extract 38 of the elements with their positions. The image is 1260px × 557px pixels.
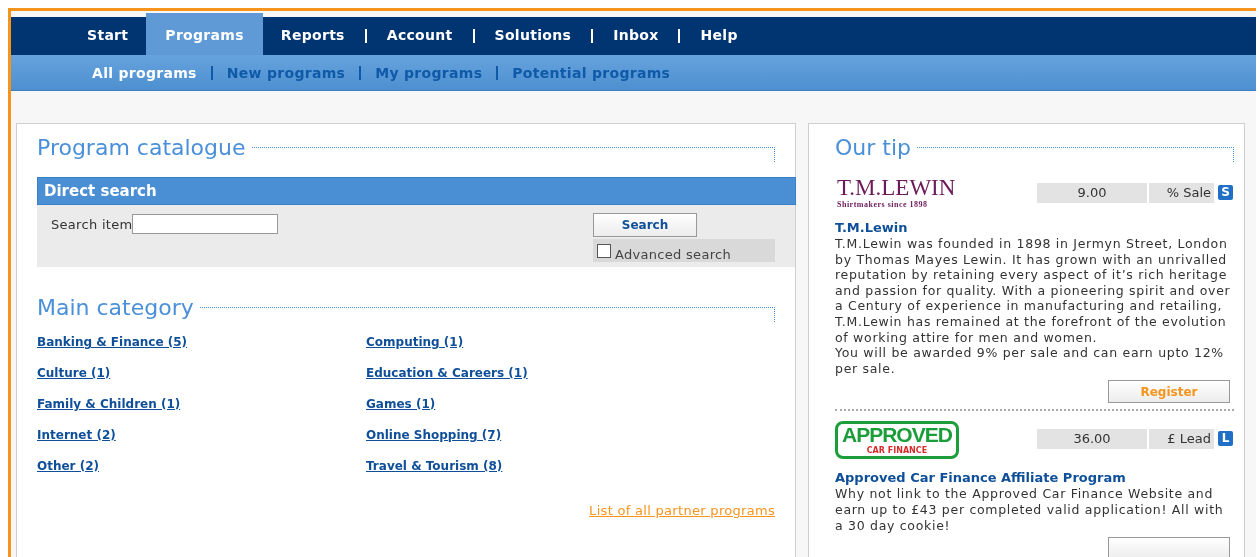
commission-type: % Sale: [1149, 182, 1214, 203]
nav-tab[interactable]: Account: [368, 17, 471, 55]
search-button[interactable]: Search: [593, 213, 697, 237]
section-title: Main category: [37, 294, 195, 322]
nav-tab[interactable]: Solutions: [476, 17, 590, 55]
category-link[interactable]: Education & Careers (1): [366, 365, 528, 382]
program-name-link[interactable]: Approved Car Finance Affiliate Program: [835, 471, 1126, 486]
search-field[interactable]: [132, 214, 279, 234]
brand-logo: T.M.LEWIN Shirtmakers since 1898: [836, 176, 956, 209]
category-link[interactable]: Travel & Tourism (8): [366, 458, 503, 475]
nav-tab[interactable]: Start: [69, 17, 147, 55]
nav-tab[interactable]: Help: [682, 17, 756, 55]
commission-amount: 9.00: [1037, 182, 1147, 203]
type-badge: L: [1218, 431, 1233, 447]
type-badge: S: [1218, 184, 1233, 200]
program-name-link[interactable]: T.M.Lewin: [835, 221, 908, 235]
category-link[interactable]: Family & Children (1): [37, 396, 181, 413]
section-title: Our tip: [835, 134, 912, 162]
register-button[interactable]: [1108, 537, 1230, 557]
field-label: Search item: [51, 216, 133, 232]
checkbox[interactable]: [597, 244, 611, 258]
program-description: T.M.Lewin was founded in 1898 in Jermyn Street, London by Thomas Mayes Lewin. It has grown with an unrivalled reputation by retaining every aspect of it’s rich heritage and passion for quality. With a pioneering spirit and over a Century of experience in manufacturing and retailing, T.M.Lewin has remained at the forefront of the evolution of working attire for men and women. You will be awarded 9% per sale and can earn upto 12% per sale.: [835, 236, 1232, 377]
program-description: Why not link to the Approved Car Finance Website and earn up to £43 per completed valid application! All with a 30 day cookie!: [835, 486, 1225, 534]
category-link[interactable]: Other (2): [37, 458, 100, 475]
nav-tab[interactable]: Inbox: [595, 17, 677, 55]
brand-logo: APPROVED CAR FINANCE: [835, 421, 959, 460]
category-link[interactable]: Banking & Finance (5): [37, 334, 188, 351]
category-link[interactable]: Culture (1): [37, 365, 111, 382]
direct-search-header: Direct search: [37, 177, 796, 205]
commission-type: £ Lead: [1149, 429, 1214, 450]
category-link[interactable]: Games (1): [366, 396, 436, 413]
category-link[interactable]: Computing (1): [366, 334, 464, 351]
nav-tab[interactable]: Reports: [262, 17, 363, 55]
advanced-search-option[interactable]: Advanced search: [593, 239, 775, 262]
category-link[interactable]: Internet (2): [37, 427, 116, 444]
section-title: Program catalogue: [37, 134, 247, 162]
category-link[interactable]: Online Shopping (7): [366, 427, 502, 444]
commission-amount: 36.00: [1037, 429, 1147, 450]
